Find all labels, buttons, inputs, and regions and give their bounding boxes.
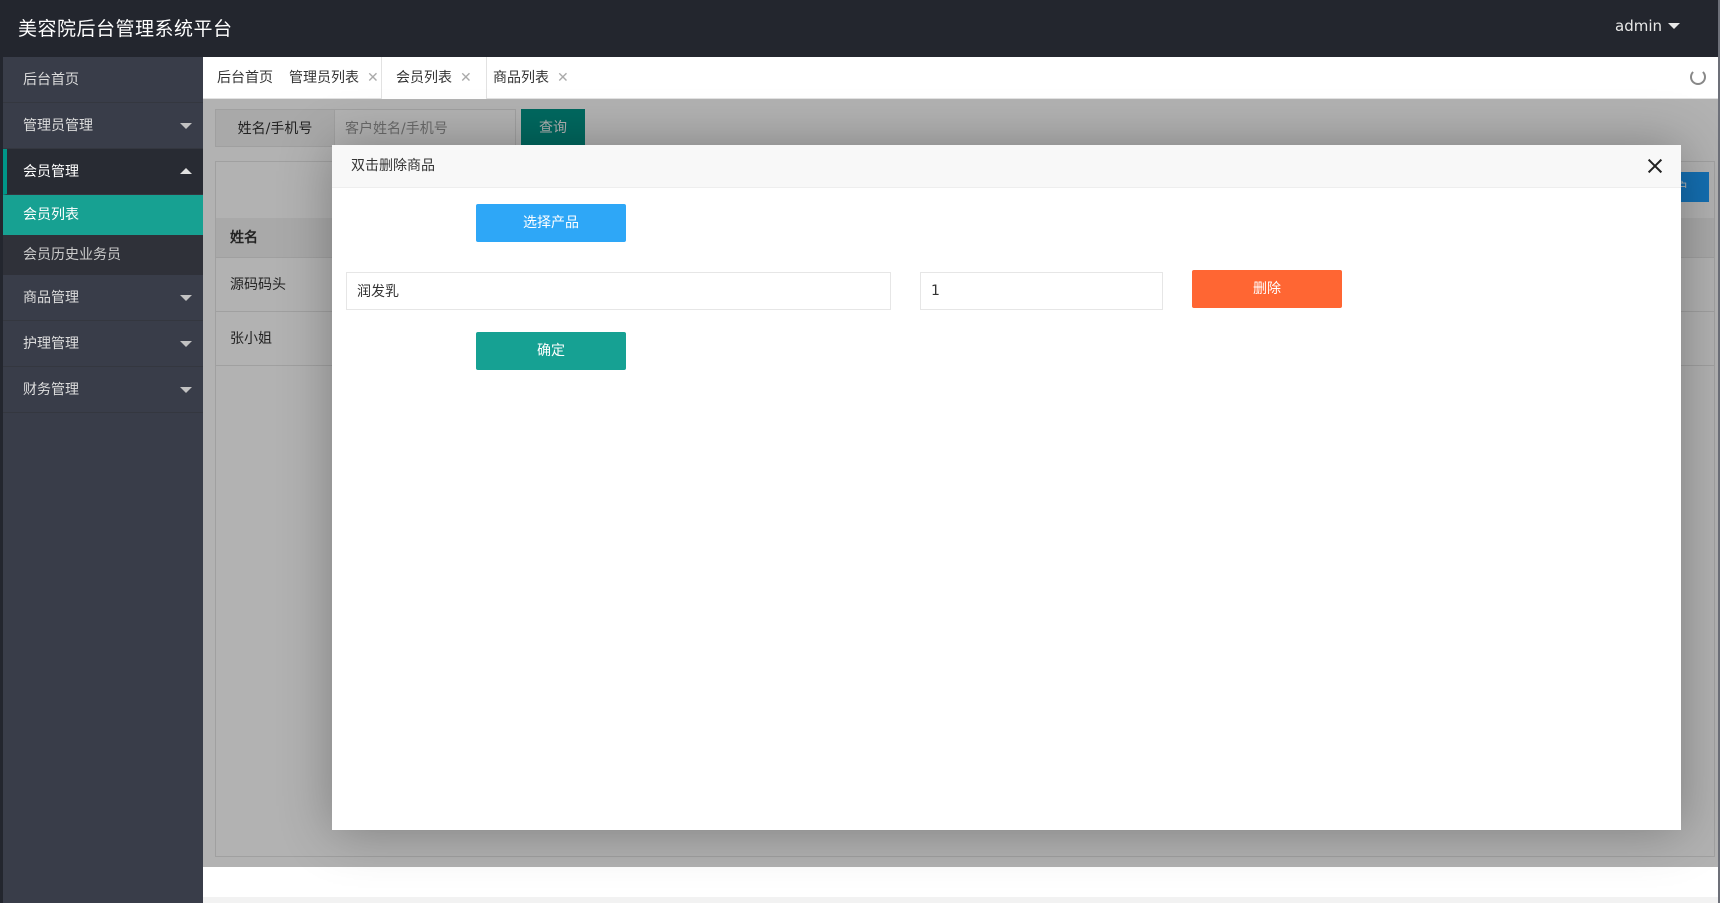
sidebar-item-label: 护理管理 <box>23 336 79 352</box>
tab-label: 会员列表 <box>396 70 452 86</box>
chevron-up-icon <box>180 168 192 174</box>
sidebar-item-label: 财务管理 <box>23 382 79 398</box>
tab-bar: 后台首页 管理员列表 ✕ 会员列表 ✕ 商品列表 ✕ <box>203 57 1718 99</box>
sidebar-item-finance-management[interactable]: 财务管理 <box>3 367 203 413</box>
tab-member-list[interactable]: 会员列表 ✕ <box>381 57 487 99</box>
tab-admin-list[interactable]: 管理员列表 ✕ <box>275 57 393 99</box>
footer-area <box>203 867 1718 903</box>
sidebar: 后台首页 管理员管理 会员管理 会员列表 会员历史业务员 商品管理 护理管理 财… <box>3 57 203 903</box>
tab-label: 商品列表 <box>493 70 549 86</box>
sidebar-subitem-label: 会员历史业务员 <box>23 247 121 263</box>
sidebar-item-home[interactable]: 后台首页 <box>3 57 203 103</box>
sidebar-item-label: 管理员管理 <box>23 118 93 134</box>
quantity-field[interactable] <box>920 272 1163 310</box>
select-product-button[interactable]: 选择产品 <box>476 204 626 242</box>
chevron-down-icon <box>180 123 192 129</box>
close-icon[interactable]: ✕ <box>367 70 379 86</box>
modal-title: 双击删除商品 <box>332 145 1681 188</box>
sidebar-item-product-management[interactable]: 商品管理 <box>3 275 203 321</box>
tab-product-list[interactable]: 商品列表 ✕ <box>479 57 583 99</box>
top-header: 美容院后台管理系统平台 admin <box>0 0 1720 57</box>
app-title: 美容院后台管理系统平台 <box>18 18 233 40</box>
close-icon[interactable]: ✕ <box>557 70 569 86</box>
sidebar-subitem-label: 会员列表 <box>23 207 79 223</box>
confirm-button[interactable]: 确定 <box>476 332 626 370</box>
chevron-down-icon <box>180 341 192 347</box>
sidebar-item-care-management[interactable]: 护理管理 <box>3 321 203 367</box>
sidebar-item-member-management[interactable]: 会员管理 <box>3 149 203 195</box>
chevron-down-icon <box>180 387 192 393</box>
delete-button[interactable]: 删除 <box>1192 270 1342 308</box>
user-menu[interactable]: admin <box>1615 17 1680 35</box>
sidebar-item-label: 会员管理 <box>23 164 79 180</box>
tab-label: 管理员列表 <box>289 70 359 86</box>
refresh-icon[interactable] <box>1690 69 1706 85</box>
sidebar-item-label: 商品管理 <box>23 290 79 306</box>
footer-divider <box>203 897 1718 903</box>
user-name: admin <box>1615 17 1662 35</box>
close-icon[interactable] <box>1645 156 1665 176</box>
product-name-field[interactable] <box>346 272 891 310</box>
sidebar-subitem-member-list[interactable]: 会员列表 <box>3 195 203 235</box>
chevron-down-icon <box>180 295 192 301</box>
sidebar-subitem-member-history-salesman[interactable]: 会员历史业务员 <box>3 235 203 275</box>
tab-label: 后台首页 <box>217 70 273 86</box>
close-icon[interactable]: ✕ <box>460 70 472 86</box>
chevron-down-icon <box>1668 23 1680 29</box>
sidebar-item-label: 后台首页 <box>23 72 79 88</box>
sidebar-item-admin-management[interactable]: 管理员管理 <box>3 103 203 149</box>
delete-product-modal: 双击删除商品 选择产品 删除 确定 <box>332 145 1681 830</box>
